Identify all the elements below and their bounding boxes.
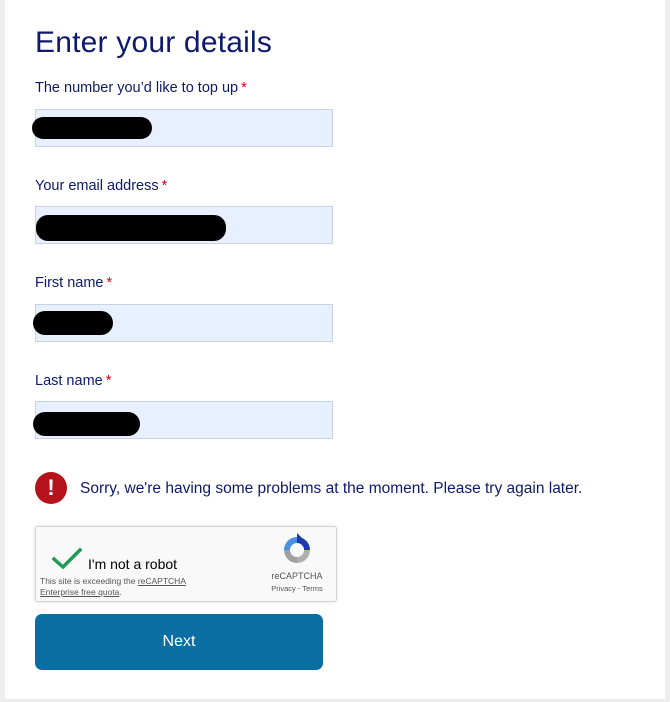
- phone-number-label: The number you’d like to top up *: [35, 80, 247, 96]
- required-marker: *: [161, 178, 168, 194]
- required-marker: *: [241, 80, 247, 96]
- phone-number-input[interactable]: [32, 109, 333, 147]
- recaptcha-quota-notice: This site is exceeding the reCAPTCHA Ent…: [40, 576, 210, 598]
- redacted-value: [33, 311, 113, 335]
- recaptcha-links: Privacy - Terms: [262, 584, 332, 593]
- last-name-label: Last name *: [35, 373, 111, 389]
- redacted-value: [32, 117, 152, 139]
- terms-link[interactable]: Terms: [302, 584, 322, 593]
- recaptcha-brand: reCAPTCHA: [271, 571, 323, 581]
- first-name-label-text: First name: [35, 275, 104, 291]
- email-label: Your email address *: [35, 178, 167, 194]
- recaptcha-logo-icon: [284, 533, 310, 563]
- email-input[interactable]: [35, 206, 333, 244]
- quota-suffix: .: [119, 587, 122, 597]
- privacy-link[interactable]: Privacy: [271, 584, 296, 593]
- first-name-input[interactable]: [33, 304, 333, 342]
- first-name-label: First name *: [35, 275, 112, 291]
- last-name-input[interactable]: [33, 401, 333, 439]
- last-name-label-text: Last name: [35, 373, 103, 389]
- details-card: Enter your details The number you’d like…: [5, 0, 665, 699]
- recaptcha-label: I'm not a robot: [88, 556, 178, 572]
- recaptcha-widget: I'm not a robot This site is exceeding t…: [35, 526, 337, 602]
- required-marker: *: [106, 275, 113, 291]
- email-label-text: Your email address: [35, 178, 159, 194]
- phone-number-label-text: The number you’d like to top up: [35, 80, 239, 96]
- error-icon: !: [35, 472, 67, 504]
- page-title: Enter your details: [35, 26, 273, 59]
- checkmark-icon[interactable]: [52, 547, 82, 571]
- next-button[interactable]: Next: [35, 614, 323, 670]
- redacted-value: [33, 411, 140, 436]
- error-message: Sorry, we're having some problems at the…: [80, 480, 583, 497]
- quota-prefix: This site is exceeding the: [40, 576, 138, 586]
- redacted-value: [36, 214, 226, 241]
- required-marker: *: [105, 373, 112, 389]
